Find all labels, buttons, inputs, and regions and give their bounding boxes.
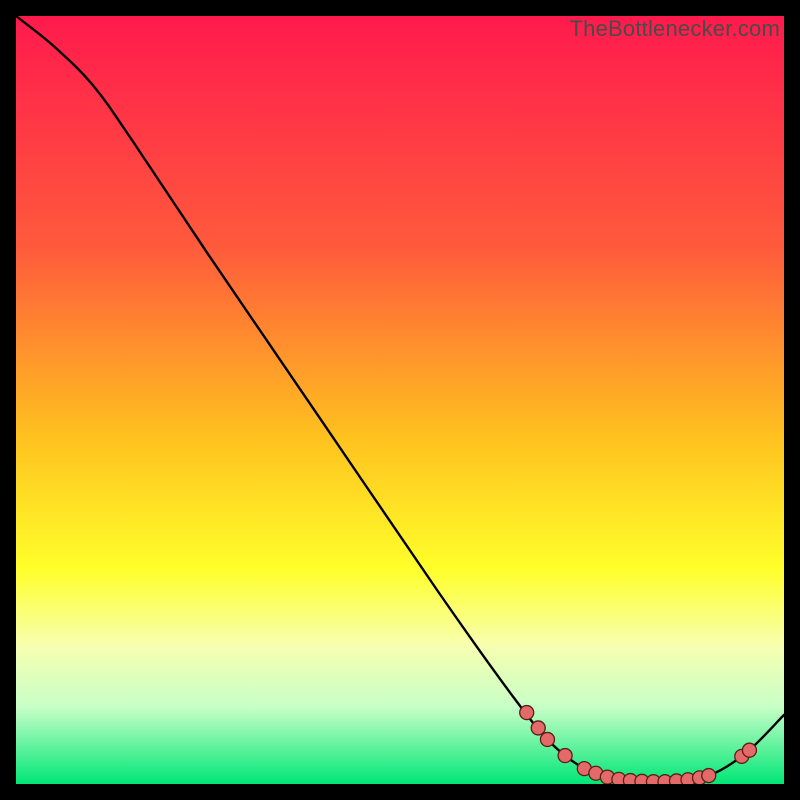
chart-frame: TheBottlenecker.com	[16, 16, 784, 784]
data-marker	[531, 721, 545, 735]
watermark-text: TheBottlenecker.com	[570, 16, 780, 42]
data-marker	[520, 706, 534, 720]
bottleneck-chart	[16, 16, 784, 784]
gradient-background	[16, 16, 784, 784]
data-marker	[540, 732, 554, 746]
data-marker	[558, 749, 572, 763]
data-marker	[702, 769, 716, 783]
data-marker	[742, 743, 756, 757]
